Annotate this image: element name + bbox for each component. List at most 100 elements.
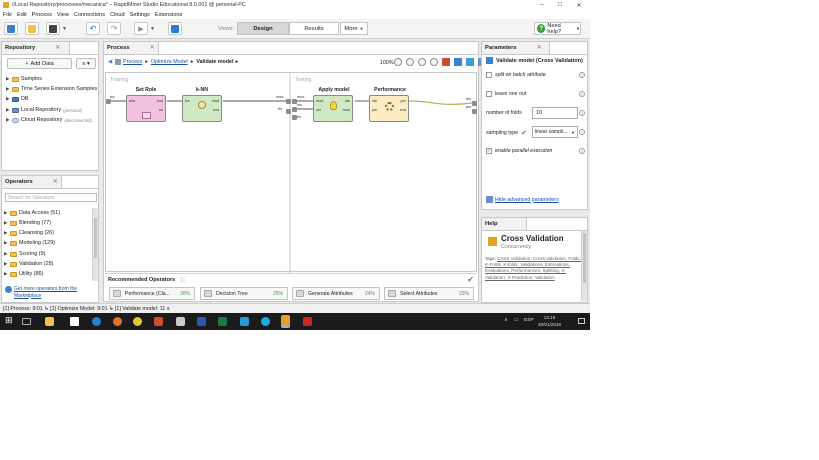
performance-operator[interactable]: lab per per exa	[369, 95, 409, 122]
save-button[interactable]	[46, 22, 60, 35]
repository-tab[interactable]: Repository ✕	[2, 42, 70, 54]
param-leave-one-out[interactable]: leave one out	[486, 91, 526, 97]
need-help-button[interactable]: ? Need help? ▼	[534, 22, 581, 35]
rec-decision-tree[interactable]: Decision Tree 25%	[200, 287, 288, 300]
undo-button[interactable]: ↶	[86, 22, 100, 35]
taskbar-clock[interactable]: 13:18 30/01/2018	[538, 315, 561, 328]
operators-tab[interactable]: Operators ✕	[2, 176, 62, 188]
help-tags-list[interactable]: Cross Validation, Cross-validation, Fold…	[485, 256, 581, 280]
rapidminer-task-icon[interactable]	[281, 315, 290, 328]
acrobat-icon[interactable]	[303, 317, 312, 326]
redo-button[interactable]: ↷	[107, 22, 121, 35]
marketplace-link[interactable]: Get more operators from the Marketplace	[5, 286, 97, 299]
windows-start-icon[interactable]: ⊞	[5, 315, 14, 325]
help-icon[interactable]: ?	[579, 91, 585, 97]
view-design-button[interactable]: Design	[237, 22, 289, 35]
help-icon[interactable]: ?	[579, 148, 585, 154]
skype-icon[interactable]	[261, 317, 270, 326]
operator-group-cleansing[interactable]: ▶ Cleansing (26)	[4, 229, 54, 237]
stop-button[interactable]	[168, 22, 182, 35]
zoom-reset-icon[interactable]	[430, 58, 438, 66]
param-split-on-batch[interactable]: split on batch attribute	[486, 72, 546, 78]
port-mod-out[interactable]	[286, 99, 291, 104]
repo-item-local[interactable]: ▶ Local Repository (personal)	[6, 106, 82, 114]
menu-edit[interactable]: Edit	[17, 12, 27, 18]
check-icon[interactable]: ✔	[467, 275, 474, 284]
help-icon[interactable]: ?	[579, 72, 585, 78]
repo-item-samples[interactable]: ▶ Samples	[6, 75, 42, 83]
operator-group-blending[interactable]: ▶ Blending (77)	[4, 219, 51, 227]
menu-settings[interactable]: Settings	[130, 12, 150, 18]
edge-icon[interactable]	[92, 317, 101, 326]
port-per-out[interactable]	[472, 109, 477, 114]
repository-menu-button[interactable]: ≡ ▾	[76, 58, 96, 69]
repo-item-cloud[interactable]: ▶ Cloud Repository (disconnected)	[6, 116, 92, 124]
menu-file[interactable]: File	[3, 12, 12, 18]
minimize-button[interactable]: –	[533, 0, 551, 10]
menu-view[interactable]: View	[57, 12, 69, 18]
breadcrumb-process[interactable]: Process	[123, 59, 142, 65]
open-process-button[interactable]	[25, 22, 39, 35]
help-scrollbar[interactable]	[581, 231, 587, 301]
operator-group-data-access[interactable]: ▶ Data Access (51)	[4, 209, 60, 217]
help-icon[interactable]: ?	[579, 129, 585, 135]
checkbox[interactable]	[486, 72, 492, 78]
close-window-button[interactable]: ✕	[570, 0, 588, 10]
tray-chevron-icon[interactable]: ∧	[504, 317, 508, 323]
port-tra-in[interactable]	[106, 99, 111, 104]
network-icon[interactable]: ▭	[514, 317, 519, 323]
help-tab[interactable]: Help	[482, 218, 527, 230]
operator-group-modeling[interactable]: ▶ Modeling (129)	[4, 239, 55, 247]
rec-performance[interactable]: Performance (Cla... 30%	[109, 287, 195, 300]
language-indicator[interactable]: ESP	[524, 318, 534, 323]
port-thr-out[interactable]	[286, 109, 291, 114]
breadcrumb-optimize-model[interactable]: Optimize Model	[151, 59, 188, 65]
folds-input[interactable]: 10	[532, 107, 578, 119]
apply-model-operator[interactable]: mod unl lab mod	[313, 95, 353, 122]
chrome-icon[interactable]	[133, 317, 142, 326]
parameters-tab[interactable]: Parameters ✕	[482, 42, 550, 54]
close-icon[interactable]: ✕	[55, 45, 60, 51]
back-icon[interactable]: ◀	[108, 59, 112, 65]
operator-group-validation[interactable]: ▶ Validation (28)	[4, 260, 53, 268]
order-icon[interactable]	[454, 58, 462, 66]
notifications-icon[interactable]	[578, 318, 585, 324]
add-data-button[interactable]: + Add Data	[7, 58, 72, 69]
app-red-icon[interactable]	[154, 317, 163, 326]
hide-advanced-link[interactable]: Hide advanced parameters	[486, 196, 559, 203]
menu-connections[interactable]: Connections	[74, 12, 105, 18]
sampling-type-select[interactable]: linear sampli... ▼	[532, 126, 578, 138]
set-role-operator[interactable]: exa exa ori	[126, 95, 166, 122]
operator-group-utility[interactable]: ▶ Utility (86)	[4, 270, 43, 278]
rec-generate-attributes[interactable]: Generate Attributes 24%	[292, 287, 380, 300]
app-gray-icon[interactable]	[176, 317, 185, 326]
scrollbar-thumb[interactable]	[583, 233, 586, 283]
auto-arrange-icon[interactable]	[442, 58, 450, 66]
operator-search-input[interactable]: Search for Operators	[5, 193, 97, 202]
word-icon[interactable]	[197, 317, 206, 326]
menu-extensions[interactable]: Extensions	[155, 12, 182, 18]
maximize-button[interactable]: □	[551, 0, 569, 10]
info-icon[interactable]: ⓘ	[180, 277, 185, 284]
zoom-out-icon[interactable]	[406, 58, 414, 66]
repo-item-db[interactable]: ▶ DB	[6, 95, 29, 103]
firefox-icon[interactable]	[113, 317, 122, 326]
excel-icon[interactable]	[218, 317, 227, 326]
new-process-button[interactable]	[4, 22, 18, 35]
scrollbar-thumb[interactable]	[94, 218, 97, 258]
connect-icon[interactable]	[466, 58, 474, 66]
view-results-button[interactable]: Results	[289, 22, 339, 35]
run-button[interactable]: ▶	[134, 22, 148, 35]
param-parallel-execution[interactable]: ✓ enable parallel execution	[486, 148, 552, 154]
zoom-in-icon[interactable]	[394, 58, 402, 66]
operator-group-scoring[interactable]: ▶ Scoring (9)	[4, 250, 45, 258]
close-icon[interactable]: ✕	[53, 179, 58, 185]
help-icon[interactable]: ?	[579, 110, 585, 116]
menu-cloud[interactable]: Cloud	[110, 12, 125, 18]
zoom-fit-icon[interactable]	[418, 58, 426, 66]
store-icon[interactable]	[70, 317, 79, 326]
close-icon[interactable]: ✕	[150, 45, 155, 51]
checkbox[interactable]	[486, 91, 492, 97]
operators-scrollbar[interactable]	[92, 208, 98, 281]
run-dropdown-icon[interactable]: ▼	[149, 22, 156, 35]
